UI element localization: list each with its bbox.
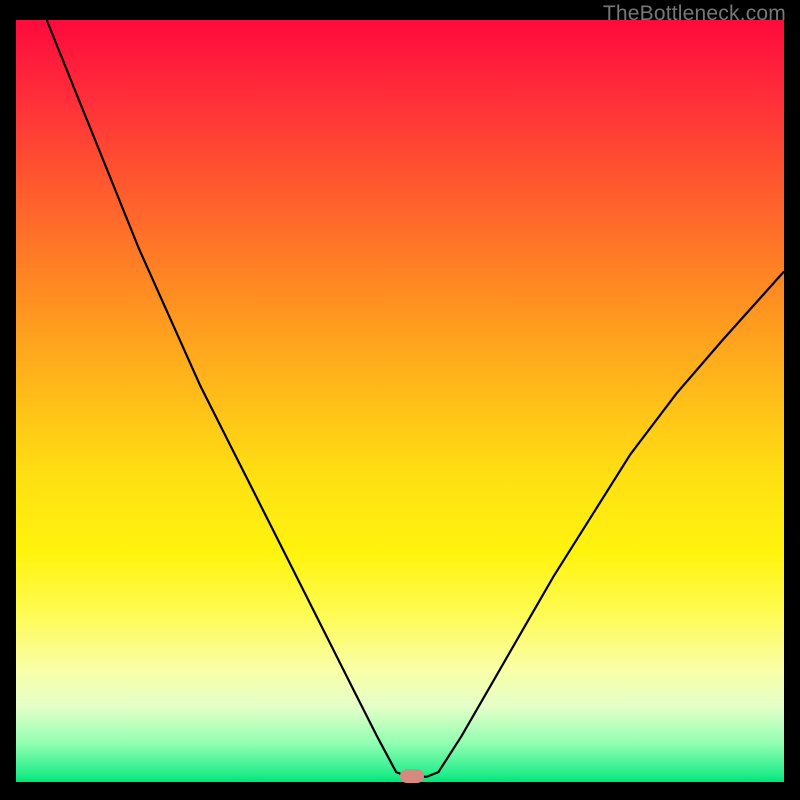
min-marker [400, 769, 424, 783]
bottleneck-curve [47, 20, 784, 777]
plot-area [16, 20, 784, 782]
curve-svg [16, 20, 784, 782]
chart-frame: TheBottleneck.com [0, 0, 800, 800]
